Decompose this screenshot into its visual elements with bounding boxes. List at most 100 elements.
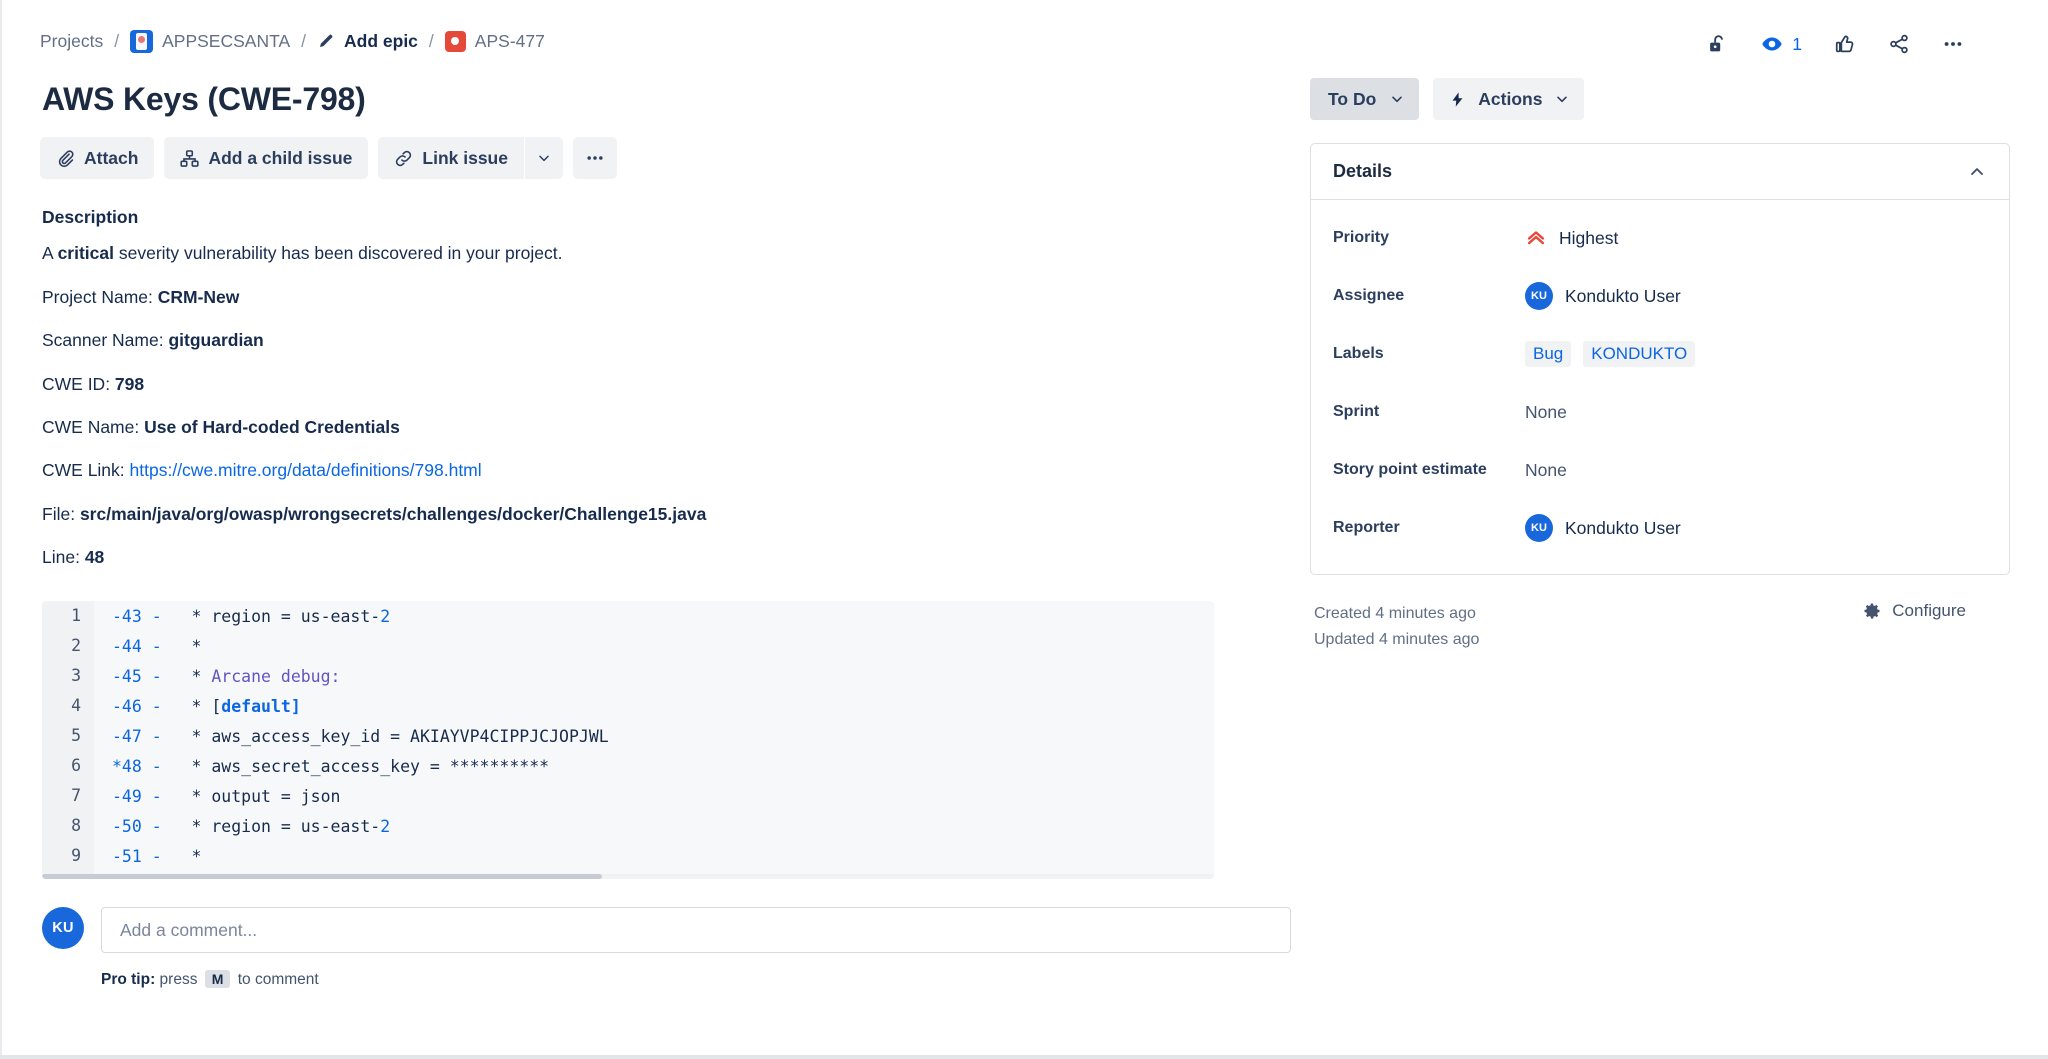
code-line-marker: -51 - — [112, 847, 162, 866]
link-issue-button[interactable]: Link issue — [378, 137, 524, 179]
breadcrumb-add-epic[interactable]: Add epic — [317, 31, 418, 52]
assignee-name: Kondukto User — [1565, 286, 1681, 307]
cwe-link[interactable]: https://cwe.mitre.org/data/definitions/7… — [130, 460, 482, 480]
updated-timestamp: Updated 4 minutes ago — [1314, 627, 1479, 653]
code-line: 5-47 - * aws_access_key_id = AKIAYVP4CIP… — [42, 721, 1214, 751]
field-value: 798 — [115, 374, 144, 394]
share-button[interactable] — [1882, 27, 1916, 61]
code-line-body: * region = us-east- — [162, 607, 381, 626]
field-row-priority: Priority Highest — [1333, 216, 1987, 260]
add-comment-input[interactable]: Add a comment... — [101, 907, 1291, 953]
breadcrumb-add-epic-label[interactable]: Add epic — [344, 31, 418, 52]
field-label: Line: — [42, 547, 85, 567]
code-line: 3-45 - * Arcane debug: — [42, 661, 1214, 691]
configure-button[interactable]: Configure — [1862, 601, 1966, 621]
code-line-body: * output = json — [162, 787, 341, 806]
field-label: CWE Link: — [42, 460, 130, 480]
field-value-assignee[interactable]: KU Kondukto User — [1525, 282, 1681, 310]
field-row-story-point-estimate: Story point estimate None — [1333, 448, 1987, 492]
breadcrumb-issue-key[interactable]: APS-477 — [475, 31, 545, 52]
label-chip-kondukto[interactable]: KONDUKTO — [1583, 341, 1695, 367]
field-label: Project Name: — [42, 287, 158, 307]
add-child-issue-button[interactable]: Add a child issue — [164, 137, 368, 179]
priority-highest-icon — [1525, 227, 1547, 249]
more-horizontal-icon — [585, 148, 605, 168]
issue-sidebar: 1 — [1310, 0, 2010, 1059]
configure-label: Configure — [1892, 601, 1966, 621]
code-horizontal-scrollbar[interactable] — [42, 874, 1214, 879]
more-toolbar-actions-button[interactable] — [573, 137, 617, 179]
breadcrumb-issue[interactable]: APS-477 — [445, 31, 545, 52]
code-snippet-block[interactable]: 1-43 - * region = us-east-22-44 - *3-45 … — [42, 601, 1214, 879]
field-value: Use of Hard-coded Credentials — [144, 417, 400, 437]
description-field-cwe-link: CWE Link: https://cwe.mitre.org/data/def… — [42, 458, 1310, 483]
code-line-marker: *48 - — [112, 757, 162, 776]
watch-count: 1 — [1792, 34, 1802, 55]
actions-label: Actions — [1478, 89, 1542, 110]
field-value-labels[interactable]: Bug KONDUKTO — [1525, 341, 1695, 367]
code-line: 8-50 - * region = us-east-2 — [42, 811, 1214, 841]
link-issue-label: Link issue — [422, 148, 508, 169]
description-field-cwe-name: CWE Name: Use of Hard-coded Credentials — [42, 415, 1310, 440]
add-comment-row: KU Add a comment... — [42, 907, 1310, 953]
attach-button[interactable]: Attach — [40, 137, 154, 179]
code-scrollbar-thumb[interactable] — [42, 874, 602, 879]
code-line-body: * — [162, 637, 202, 656]
code-line-marker: -43 - — [112, 607, 162, 626]
bottom-divider — [0, 1055, 2048, 1059]
code-line-text: -47 - * aws_access_key_id = AKIAYVP4CIPP… — [94, 727, 609, 746]
code-line: 1-43 - * region = us-east-2 — [42, 601, 1214, 631]
field-value-story-point-estimate[interactable]: None — [1525, 460, 1567, 481]
intro-prefix: A — [42, 243, 58, 263]
code-line-text: -44 - * — [94, 637, 201, 656]
watch-button[interactable]: 1 — [1754, 26, 1808, 62]
pro-tip-end: to comment — [233, 971, 318, 988]
chevron-down-icon — [1389, 91, 1405, 107]
issue-more-actions-button[interactable] — [1936, 27, 1970, 61]
code-line-token: 2 — [380, 607, 390, 626]
breadcrumb-project-label[interactable]: APPSECSANTA — [162, 31, 290, 52]
code-lines-container: 1-43 - * region = us-east-22-44 - *3-45 … — [42, 601, 1214, 879]
code-line-number: 6 — [42, 751, 94, 781]
actions-dropdown-button[interactable]: Actions — [1433, 78, 1584, 120]
link-icon — [394, 149, 413, 168]
field-label-labels: Labels — [1333, 345, 1525, 363]
chevron-down-icon — [1554, 91, 1570, 107]
field-value: src/main/java/org/owasp/wrongsecrets/cha… — [80, 504, 706, 524]
details-panel-title: Details — [1333, 161, 1392, 182]
status-actions-row: To Do Actions — [1310, 78, 1970, 120]
breadcrumb-projects[interactable]: Projects — [40, 31, 103, 52]
code-line-text: -49 - * output = json — [94, 787, 340, 806]
chevron-up-icon[interactable] — [1967, 162, 1987, 182]
description-field-file: File: src/main/java/org/owasp/wrongsecre… — [42, 502, 1310, 527]
code-line-marker: -45 - — [112, 667, 162, 686]
restrict-access-button[interactable] — [1700, 27, 1734, 61]
page-title: AWS Keys (CWE-798) — [42, 80, 1310, 118]
code-line: 6*48 - * aws_secret_access_key = *******… — [42, 751, 1214, 781]
code-line-text: -51 - * — [94, 847, 201, 866]
code-line-token: default] — [221, 697, 300, 716]
field-label-story-point-estimate: Story point estimate — [1333, 461, 1525, 479]
field-row-assignee: Assignee KU Kondukto User — [1333, 274, 1987, 318]
code-line-text: -46 - * [default] — [94, 697, 301, 716]
code-line-marker: -44 - — [112, 637, 162, 656]
details-panel-header[interactable]: Details — [1311, 144, 2009, 200]
breadcrumb-separator: / — [103, 31, 130, 52]
priority-text: Highest — [1559, 228, 1618, 249]
label-chip-bug[interactable]: Bug — [1525, 341, 1571, 367]
vote-button[interactable] — [1828, 27, 1862, 61]
status-dropdown-button[interactable]: To Do — [1310, 78, 1419, 120]
comment-avatar: KU — [42, 907, 84, 949]
breadcrumb-project[interactable]: APPSECSANTA — [130, 30, 290, 53]
field-value-reporter[interactable]: KU Kondukto User — [1525, 514, 1681, 542]
code-line-token: Arcane debug: — [211, 667, 340, 686]
jira-issue-view: Projects / APPSECSANTA / Add epic / APS-… — [0, 0, 2048, 1059]
status-label: To Do — [1328, 89, 1376, 110]
field-value-sprint[interactable]: None — [1525, 402, 1567, 423]
breadcrumb: Projects / APPSECSANTA / Add epic / APS-… — [40, 28, 1310, 54]
issue-top-icon-bar: 1 — [1700, 26, 1970, 62]
pro-tip-text: Pro tip: press M to comment — [101, 970, 1310, 989]
field-value-priority[interactable]: Highest — [1525, 227, 1618, 249]
code-line: 2-44 - * — [42, 631, 1214, 661]
link-issue-dropdown-button[interactable] — [525, 137, 563, 179]
